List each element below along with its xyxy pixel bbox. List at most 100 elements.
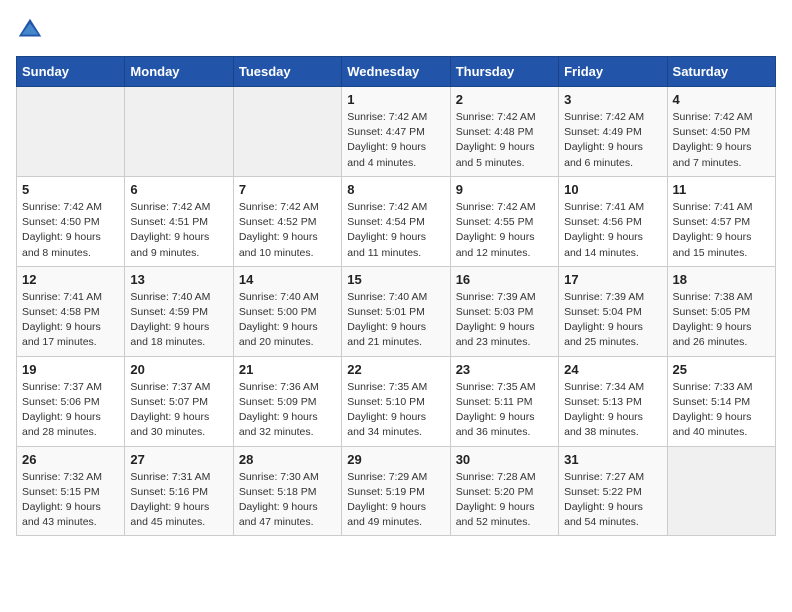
- calendar-table: SundayMondayTuesdayWednesdayThursdayFrid…: [16, 56, 776, 536]
- table-row: 4 Sunrise: 7:42 AM Sunset: 4:50 PM Daylig…: [667, 87, 775, 177]
- table-row: 20 Sunrise: 7:37 AM Sunset: 5:07 PM Dayli…: [125, 356, 233, 446]
- day-number: 2: [456, 92, 553, 107]
- table-row: 11 Sunrise: 7:41 AM Sunset: 4:57 PM Dayli…: [667, 176, 775, 266]
- day-number: 15: [347, 272, 444, 287]
- table-row: 15 Sunrise: 7:40 AM Sunset: 5:01 PM Dayli…: [342, 266, 450, 356]
- day-number: 7: [239, 182, 336, 197]
- day-info: Sunrise: 7:42 AM Sunset: 4:52 PM Dayligh…: [239, 200, 336, 261]
- table-row: 17 Sunrise: 7:39 AM Sunset: 5:04 PM Dayli…: [559, 266, 667, 356]
- table-row: [125, 87, 233, 177]
- table-row: 21 Sunrise: 7:36 AM Sunset: 5:09 PM Dayli…: [233, 356, 341, 446]
- day-info: Sunrise: 7:34 AM Sunset: 5:13 PM Dayligh…: [564, 380, 661, 441]
- day-info: Sunrise: 7:40 AM Sunset: 5:01 PM Dayligh…: [347, 290, 444, 351]
- day-number: 16: [456, 272, 553, 287]
- day-info: Sunrise: 7:29 AM Sunset: 5:19 PM Dayligh…: [347, 470, 444, 531]
- day-info: Sunrise: 7:32 AM Sunset: 5:15 PM Dayligh…: [22, 470, 119, 531]
- day-info: Sunrise: 7:37 AM Sunset: 5:07 PM Dayligh…: [130, 380, 227, 441]
- day-number: 4: [673, 92, 770, 107]
- day-info: Sunrise: 7:31 AM Sunset: 5:16 PM Dayligh…: [130, 470, 227, 531]
- day-info: Sunrise: 7:42 AM Sunset: 4:50 PM Dayligh…: [673, 110, 770, 171]
- table-row: 7 Sunrise: 7:42 AM Sunset: 4:52 PM Daylig…: [233, 176, 341, 266]
- day-number: 28: [239, 452, 336, 467]
- table-row: 2Sunrise: 7:42 AM Sunset: 4:48 PM Daylig…: [450, 87, 558, 177]
- calendar-week-row: 1 Sunrise: 7:42 AM Sunset: 4:47 PM Daylig…: [17, 87, 776, 177]
- day-info: Sunrise: 7:42 AM Sunset: 4:47 PM Dayligh…: [347, 110, 444, 171]
- day-info: Sunrise: 7:39 AM Sunset: 5:03 PM Dayligh…: [456, 290, 553, 351]
- day-info: Sunrise: 7:42 AM Sunset: 4:50 PM Dayligh…: [22, 200, 119, 261]
- table-row: 12 Sunrise: 7:41 AM Sunset: 4:58 PM Dayli…: [17, 266, 125, 356]
- day-number: 23: [456, 362, 553, 377]
- day-info: Sunrise: 7:42 AM Sunset: 4:49 PM Dayligh…: [564, 110, 661, 171]
- table-row: 30 Sunrise: 7:28 AM Sunset: 5:20 PM Dayli…: [450, 446, 558, 536]
- day-number: 1: [347, 92, 444, 107]
- day-number: 6: [130, 182, 227, 197]
- day-number: 27: [130, 452, 227, 467]
- day-number: 14: [239, 272, 336, 287]
- day-info: Sunrise: 7:42 AM Sunset: 4:54 PM Dayligh…: [347, 200, 444, 261]
- table-row: 1 Sunrise: 7:42 AM Sunset: 4:47 PM Daylig…: [342, 87, 450, 177]
- table-row: 24 Sunrise: 7:34 AM Sunset: 5:13 PM Dayli…: [559, 356, 667, 446]
- table-row: 6 Sunrise: 7:42 AM Sunset: 4:51 PM Daylig…: [125, 176, 233, 266]
- table-row: 29 Sunrise: 7:29 AM Sunset: 5:19 PM Dayli…: [342, 446, 450, 536]
- table-row: 10 Sunrise: 7:41 AM Sunset: 4:56 PM Dayli…: [559, 176, 667, 266]
- table-row: 23Sunrise: 7:35 AM Sunset: 5:11 PM Dayli…: [450, 356, 558, 446]
- day-number: 11: [673, 182, 770, 197]
- day-info: Sunrise: 7:40 AM Sunset: 4:59 PM Dayligh…: [130, 290, 227, 351]
- table-row: [17, 87, 125, 177]
- table-row: 28 Sunrise: 7:30 AM Sunset: 5:18 PM Dayli…: [233, 446, 341, 536]
- page-header: [16, 16, 776, 44]
- calendar-week-row: 26 Sunrise: 7:32 AM Sunset: 5:15 PM Dayli…: [17, 446, 776, 536]
- day-number: 20: [130, 362, 227, 377]
- header-saturday: Saturday: [667, 57, 775, 87]
- day-number: 29: [347, 452, 444, 467]
- day-number: 21: [239, 362, 336, 377]
- calendar-week-row: 12 Sunrise: 7:41 AM Sunset: 4:58 PM Dayli…: [17, 266, 776, 356]
- day-info: Sunrise: 7:37 AM Sunset: 5:06 PM Dayligh…: [22, 380, 119, 441]
- header-wednesday: Wednesday: [342, 57, 450, 87]
- table-row: [233, 87, 341, 177]
- day-number: 3: [564, 92, 661, 107]
- day-info: Sunrise: 7:41 AM Sunset: 4:56 PM Dayligh…: [564, 200, 661, 261]
- day-number: 8: [347, 182, 444, 197]
- day-info: Sunrise: 7:30 AM Sunset: 5:18 PM Dayligh…: [239, 470, 336, 531]
- day-number: 22: [347, 362, 444, 377]
- table-row: 5Sunrise: 7:42 AM Sunset: 4:50 PM Daylig…: [17, 176, 125, 266]
- day-info: Sunrise: 7:41 AM Sunset: 4:58 PM Dayligh…: [22, 290, 119, 351]
- header-monday: Monday: [125, 57, 233, 87]
- table-row: [667, 446, 775, 536]
- day-number: 12: [22, 272, 119, 287]
- day-info: Sunrise: 7:42 AM Sunset: 4:51 PM Dayligh…: [130, 200, 227, 261]
- table-row: 16 Sunrise: 7:39 AM Sunset: 5:03 PM Dayli…: [450, 266, 558, 356]
- day-info: Sunrise: 7:41 AM Sunset: 4:57 PM Dayligh…: [673, 200, 770, 261]
- day-info: Sunrise: 7:27 AM Sunset: 5:22 PM Dayligh…: [564, 470, 661, 531]
- day-info: Sunrise: 7:38 AM Sunset: 5:05 PM Dayligh…: [673, 290, 770, 351]
- day-number: 26: [22, 452, 119, 467]
- day-number: 10: [564, 182, 661, 197]
- day-info: Sunrise: 7:39 AM Sunset: 5:04 PM Dayligh…: [564, 290, 661, 351]
- day-info: Sunrise: 7:28 AM Sunset: 5:20 PM Dayligh…: [456, 470, 553, 531]
- table-row: 26 Sunrise: 7:32 AM Sunset: 5:15 PM Dayli…: [17, 446, 125, 536]
- day-number: 9: [456, 182, 553, 197]
- day-number: 19: [22, 362, 119, 377]
- table-row: 8 Sunrise: 7:42 AM Sunset: 4:54 PM Daylig…: [342, 176, 450, 266]
- table-row: 13 Sunrise: 7:40 AM Sunset: 4:59 PM Dayli…: [125, 266, 233, 356]
- day-number: 30: [456, 452, 553, 467]
- table-row: 22 Sunrise: 7:35 AM Sunset: 5:10 PM Dayli…: [342, 356, 450, 446]
- table-row: 14Sunrise: 7:40 AM Sunset: 5:00 PM Dayli…: [233, 266, 341, 356]
- header-friday: Friday: [559, 57, 667, 87]
- table-row: 25Sunrise: 7:33 AM Sunset: 5:14 PM Dayli…: [667, 356, 775, 446]
- day-number: 24: [564, 362, 661, 377]
- day-number: 17: [564, 272, 661, 287]
- table-row: 3 Sunrise: 7:42 AM Sunset: 4:49 PM Daylig…: [559, 87, 667, 177]
- table-row: 18Sunrise: 7:38 AM Sunset: 5:05 PM Dayli…: [667, 266, 775, 356]
- calendar-week-row: 5Sunrise: 7:42 AM Sunset: 4:50 PM Daylig…: [17, 176, 776, 266]
- day-number: 13: [130, 272, 227, 287]
- header-sunday: Sunday: [17, 57, 125, 87]
- day-number: 25: [673, 362, 770, 377]
- day-info: Sunrise: 7:42 AM Sunset: 4:55 PM Dayligh…: [456, 200, 553, 261]
- days-header-row: SundayMondayTuesdayWednesdayThursdayFrid…: [17, 57, 776, 87]
- day-info: Sunrise: 7:35 AM Sunset: 5:10 PM Dayligh…: [347, 380, 444, 441]
- table-row: 27 Sunrise: 7:31 AM Sunset: 5:16 PM Dayli…: [125, 446, 233, 536]
- day-info: Sunrise: 7:36 AM Sunset: 5:09 PM Dayligh…: [239, 380, 336, 441]
- logo-icon: [16, 16, 44, 44]
